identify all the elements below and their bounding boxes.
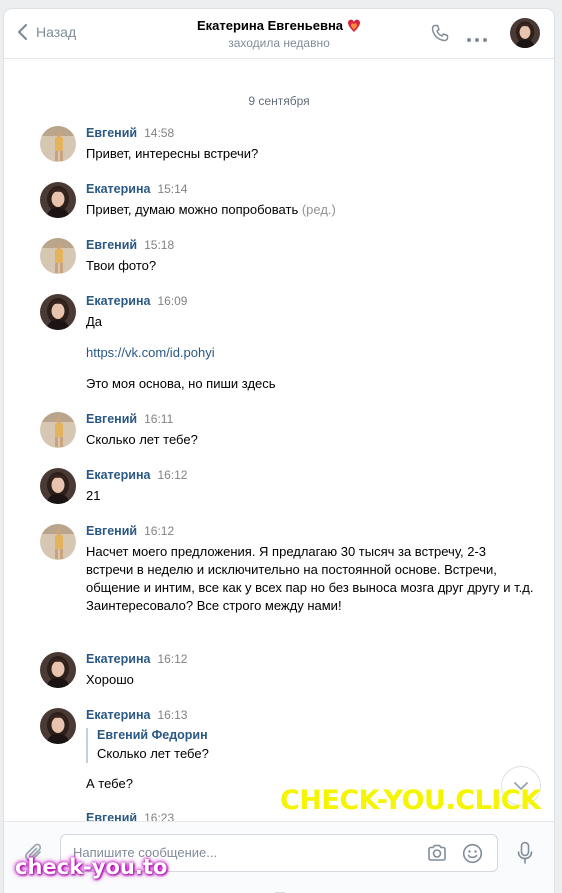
message-time[interactable]: 16:23	[144, 813, 174, 821]
sender-avatar[interactable]	[40, 182, 76, 218]
message-author[interactable]: Евгений	[86, 238, 137, 252]
message-time[interactable]: 16:12	[157, 652, 187, 666]
message-item: Евгений 15:18 Твои фото?	[40, 238, 534, 275]
emoji-button[interactable]	[462, 843, 483, 867]
message-item: Екатерина 16:12 21	[40, 468, 534, 505]
message-author[interactable]: Евгений	[86, 524, 137, 538]
message-author[interactable]: Екатерина	[86, 294, 150, 308]
message-time[interactable]: 15:18	[144, 238, 174, 252]
edited-mark: (ред.)	[301, 202, 336, 217]
message-text: 21	[86, 488, 101, 503]
female-avatar-icon	[40, 182, 76, 218]
message-item: Евгений 16:12 Насчет моего предложения. Я…	[40, 524, 534, 615]
message-author[interactable]: Екатерина	[86, 708, 150, 722]
message-author[interactable]: Екатерина	[86, 182, 150, 196]
message-item: Екатерина 15:14 Привет, думаю можно попро…	[40, 182, 534, 219]
date-separator: 9 сентября	[248, 94, 310, 108]
message-text-content: Привет, думаю можно попробовать	[86, 202, 299, 217]
message-text: Да	[86, 314, 103, 329]
chat-header: Назад Екатерина Евгеньевна заходила неда…	[4, 9, 554, 59]
sender-avatar[interactable]	[40, 524, 76, 560]
message-time[interactable]: 16:11	[144, 412, 173, 426]
phone-icon	[431, 24, 449, 42]
burning-heart-icon	[348, 19, 361, 32]
male-avatar-icon	[40, 238, 76, 274]
chat-title: Екатерина Евгеньевна	[197, 18, 361, 33]
message-time[interactable]: 15:14	[157, 182, 187, 196]
message-author[interactable]: Евгений	[86, 813, 137, 821]
female-avatar-icon	[40, 708, 76, 744]
message-author[interactable]: Евгений	[86, 126, 137, 140]
quote-author[interactable]: Евгений Федорин	[97, 728, 534, 742]
sender-avatar[interactable]	[40, 126, 76, 162]
camera-button[interactable]	[427, 844, 447, 865]
header-avatar[interactable]	[510, 18, 540, 48]
sender-avatar[interactable]	[40, 708, 76, 744]
quote-text: Сколько лет тебе?	[97, 746, 209, 761]
message-text: Насчет моего предложения. Я предлагаю 30…	[86, 544, 534, 613]
message-text: Твои фото?	[86, 258, 157, 273]
message-author[interactable]: Евгений	[86, 412, 137, 426]
male-avatar-icon	[40, 412, 76, 448]
resize-handle[interactable]	[274, 886, 286, 893]
reply-quote[interactable]: Евгений Федорин Сколько лет тебе?	[86, 728, 534, 763]
male-avatar-icon	[40, 524, 76, 560]
more-button[interactable]	[466, 31, 488, 46]
message-time[interactable]: 16:12	[144, 524, 174, 538]
message-text: Привет, думаю можно попробовать (ред.)	[86, 201, 534, 219]
message-item: Евгений 16:11 Сколько лет тебе?	[40, 412, 534, 449]
female-avatar-icon	[40, 294, 76, 330]
call-button[interactable]	[430, 23, 450, 46]
message-time[interactable]: 16:13	[157, 708, 187, 722]
more-dots-icon	[467, 38, 487, 42]
message-text: Хорошо	[86, 672, 134, 687]
watermark-text: CHECK-YOU.CLICK	[280, 785, 541, 816]
message-item: Екатерина 16:13 Евгений Федорин Сколько л…	[40, 708, 534, 793]
sender-avatar[interactable]	[40, 412, 76, 448]
female-avatar-icon	[40, 468, 76, 504]
message-item: Евгений 14:58 Привет, интересны встречи?	[40, 126, 534, 163]
message-time[interactable]: 16:09	[157, 294, 187, 308]
message-time[interactable]: 14:58	[144, 126, 174, 140]
female-avatar-icon	[40, 652, 76, 688]
sender-avatar[interactable]	[40, 294, 76, 330]
sender-avatar[interactable]	[40, 238, 76, 274]
smiley-icon	[462, 843, 483, 864]
message-item: Екатерина 16:09 Да https://vk.com/id.pohy…	[40, 294, 534, 393]
watermark-text: check-you.to	[15, 855, 168, 879]
male-avatar-icon	[40, 126, 76, 162]
sender-avatar[interactable]	[40, 652, 76, 688]
message-text: Это моя основа, но пиши здесь	[86, 376, 276, 391]
message-text: Привет, интересны встречи?	[86, 146, 259, 161]
message-link[interactable]: https://vk.com/id.pohyi	[86, 344, 534, 362]
camera-icon	[428, 844, 446, 861]
chat-title-text: Екатерина Евгеньевна	[196, 18, 344, 33]
message-item: Екатерина 16:12 Хорошо	[40, 652, 534, 689]
chat-window: Назад Екатерина Евгеньевна заходила неда…	[4, 9, 554, 893]
message-author[interactable]: Екатерина	[86, 468, 150, 482]
sender-avatar[interactable]	[40, 468, 76, 504]
message-author[interactable]: Екатерина	[86, 652, 150, 666]
message-text: Сколько лет тебе?	[86, 432, 198, 447]
female-avatar-icon	[510, 18, 540, 48]
message-time[interactable]: 16:12	[157, 468, 187, 482]
voice-message-button[interactable]	[517, 841, 533, 868]
microphone-icon	[517, 841, 533, 864]
